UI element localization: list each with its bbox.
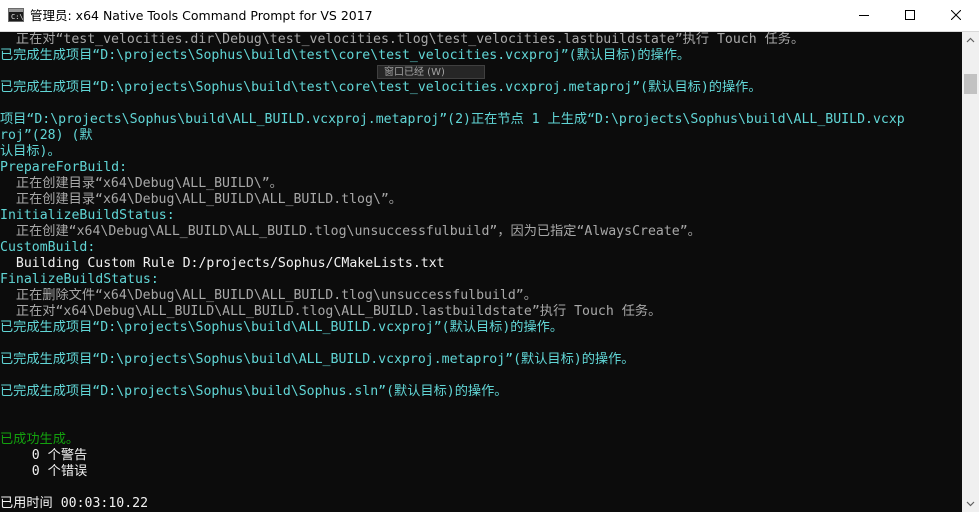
maximize-button[interactable] <box>887 0 933 31</box>
console-window: C:\ 管理员: x64 Native Tools Command Prompt… <box>0 0 979 512</box>
maximize-icon <box>905 10 915 20</box>
close-button[interactable] <box>933 0 979 31</box>
minimize-button[interactable] <box>841 0 887 31</box>
scrollbar-thumb[interactable] <box>964 74 977 94</box>
console-line: 已完成生成项目“D:\projects\Sophus\build\ALL_BUI… <box>0 352 635 367</box>
close-icon <box>951 10 961 20</box>
console-line: 正在创建目录“x64\Debug\ALL_BUILD\”。 <box>0 176 283 191</box>
console-output[interactable]: 正在对“test_velocities.dir\Debug\test_veloc… <box>0 32 962 512</box>
console-line: 已成功生成。 <box>0 432 80 447</box>
console-line: 正在对“test_velocities.dir\Debug\test_veloc… <box>0 32 805 47</box>
console-line: 正在对“x64\Debug\ALL_BUILD\ALL_BUILD.tlog\A… <box>0 304 662 319</box>
console-line: PrepareForBuild: <box>0 160 128 175</box>
console-line: 已完成生成项目“D:\projects\Sophus\build\ALL_BUI… <box>0 320 564 335</box>
tooltip: 窗口已经 (W) <box>377 65 485 79</box>
console-line: 已完成生成项目“D:\projects\Sophus\build\test\co… <box>0 80 762 95</box>
title-bar[interactable]: C:\ 管理员: x64 Native Tools Command Prompt… <box>0 0 979 32</box>
chevron-up-icon <box>966 37 975 43</box>
chevron-down-icon <box>966 501 975 507</box>
console-line: 正在创建目录“x64\Debug\ALL_BUILD\ALL_BUILD.tlo… <box>0 192 402 207</box>
console-line: 项目“D:\projects\Sophus\build\ALL_BUILD.vc… <box>0 112 905 127</box>
console-line: FinalizeBuildStatus: <box>0 272 159 287</box>
console-line: 正在删除文件“x64\Debug\ALL_BUILD\ALL_BUILD.tlo… <box>0 288 537 303</box>
console-line: 0 个错误 <box>0 464 88 479</box>
console-line: roj”(28) (默 <box>0 128 93 143</box>
command-prompt-icon[interactable]: C:\ <box>8 8 24 22</box>
icon-prompt-glyph: C:\ <box>11 13 24 21</box>
console-line: CustomBuild: <box>0 240 96 255</box>
scroll-down-button[interactable] <box>962 495 979 512</box>
console-line: 0 个警告 <box>0 448 88 463</box>
console-line: Building Custom Rule D:/projects/Sophus/… <box>0 256 445 271</box>
scroll-up-button[interactable] <box>962 32 979 49</box>
console-line: InitializeBuildStatus: <box>0 208 175 223</box>
console-line: 已用时间 00:03:10.22 <box>0 496 149 511</box>
console-line: 已完成生成项目“D:\projects\Sophus\build\Sophus.… <box>0 384 508 399</box>
console-line: 认目标)。 <box>0 144 61 159</box>
console-line: 已完成生成项目“D:\projects\Sophus\build\test\co… <box>0 48 691 63</box>
vertical-scrollbar[interactable] <box>962 32 979 512</box>
window-title: 管理员: x64 Native Tools Command Prompt for… <box>30 8 373 23</box>
console-line: 正在创建“x64\Debug\ALL_BUILD\ALL_BUILD.tlog\… <box>0 224 701 239</box>
minimize-icon <box>859 15 869 16</box>
